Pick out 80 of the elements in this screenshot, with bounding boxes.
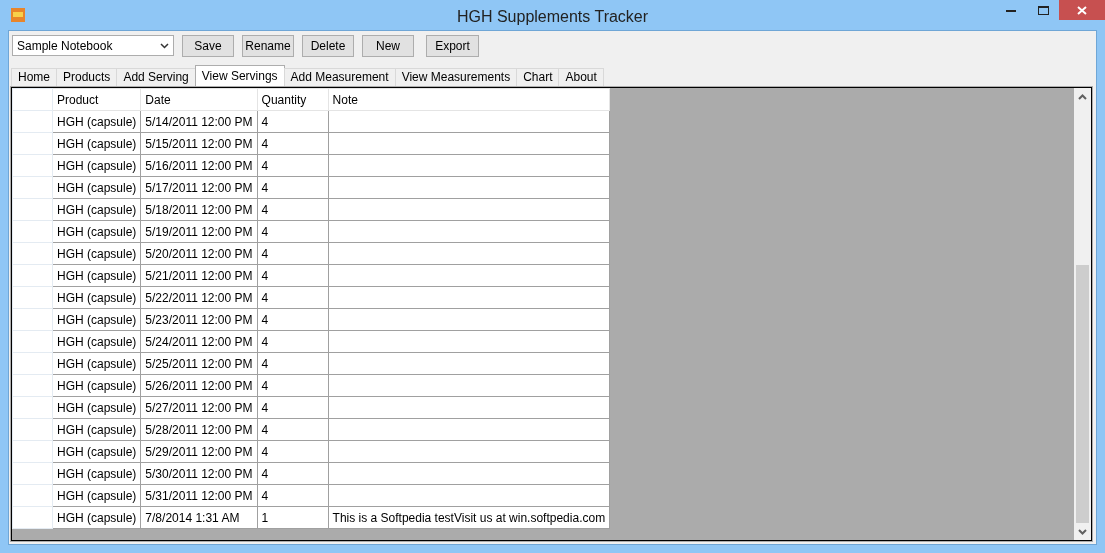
table-cell: HGH (capsule) (52, 330, 141, 353)
table-cell: HGH (capsule) (52, 110, 141, 133)
column-header[interactable]: Date (140, 88, 258, 111)
table-cell: HGH (capsule) (52, 242, 141, 265)
table-cell: 5/15/2011 12:00 PM (140, 132, 258, 155)
table-cell: 5/17/2011 12:00 PM (140, 176, 258, 199)
table-cell: HGH (capsule) (52, 484, 141, 507)
table-cell: HGH (capsule) (52, 176, 141, 199)
window-title: HGH Supplements Tracker (456, 7, 649, 27)
scrollbar[interactable] (1074, 88, 1091, 540)
scroll-up-icon (1078, 93, 1087, 100)
table-cell: 4 (257, 462, 329, 485)
toolbar-button[interactable]: Save (182, 35, 234, 57)
table-cell: 5/22/2011 12:00 PM (140, 286, 258, 309)
table-cell: HGH (capsule) (52, 352, 141, 375)
table-cell: 5/20/2011 12:00 PM (140, 242, 258, 265)
table-cell: 5/14/2011 12:00 PM (140, 110, 258, 133)
table-cell: HGH (capsule) (52, 396, 141, 419)
table-cell: HGH (capsule) (52, 374, 141, 397)
table-cell: HGH (capsule) (52, 506, 141, 529)
table-cell: HGH (capsule) (52, 440, 141, 463)
table-cell: 5/26/2011 12:00 PM (140, 374, 258, 397)
caret-icon (160, 42, 169, 49)
table-cell: 5/21/2011 12:00 PM (140, 264, 258, 287)
column-header[interactable]: Note (328, 88, 610, 111)
minimize-icon (1006, 8, 1016, 12)
table-cell: HGH (capsule) (52, 264, 141, 287)
table-cell: HGH (capsule) (52, 154, 141, 177)
table-cell: 5/30/2011 12:00 PM (140, 462, 258, 485)
table-cell: 5/31/2011 12:00 PM (140, 484, 258, 507)
table-cell: 5/25/2011 12:00 PM (140, 352, 258, 375)
table-cell: 4 (257, 374, 329, 397)
table-cell: This is a Softpedia testVisit us at win.softpedia.com (328, 506, 610, 529)
table-cell: 4 (257, 396, 329, 419)
table-cell: HGH (capsule) (52, 220, 141, 243)
table-cell: 5/24/2011 12:00 PM (140, 330, 258, 353)
table-cell: 5/23/2011 12:00 PM (140, 308, 258, 331)
table-cell: 4 (257, 418, 329, 441)
table-cell: 4 (257, 308, 329, 331)
table-cell: HGH (capsule) (52, 286, 141, 309)
table-cell: HGH (capsule) (52, 462, 141, 485)
table-cell: 1 (257, 506, 329, 529)
app-icon (11, 8, 25, 22)
table-cell: 4 (257, 330, 329, 353)
toolbar-button[interactable]: Delete (302, 35, 354, 57)
notebook-dropdown[interactable]: Sample Notebook (12, 35, 174, 56)
table-cell: 5/16/2011 12:00 PM (140, 154, 258, 177)
table-cell: 7/8/2014 1:31 AM (140, 506, 258, 529)
tab[interactable]: View Servings (194, 65, 285, 87)
table-cell: HGH (capsule) (52, 198, 141, 221)
scroll-thumb[interactable] (1076, 265, 1089, 523)
table-cell: 4 (257, 264, 329, 287)
maximize-icon (1037, 5, 1049, 15)
table-cell: 4 (257, 484, 329, 507)
table-cell: 5/29/2011 12:00 PM (140, 440, 258, 463)
table-cell: HGH (capsule) (52, 308, 141, 331)
table-cell: 4 (257, 220, 329, 243)
close-button[interactable] (1059, 0, 1105, 20)
table-cell: 4 (257, 198, 329, 221)
table-cell: 4 (257, 352, 329, 375)
table-cell: 4 (257, 132, 329, 155)
table-cell: 4 (257, 440, 329, 463)
table-cell: 4 (257, 110, 329, 133)
scroll-down-icon (1078, 528, 1087, 535)
table-cell: 4 (257, 176, 329, 199)
table-cell: 5/18/2011 12:00 PM (140, 198, 258, 221)
table-cell: 4 (257, 242, 329, 265)
table-cell: 4 (257, 154, 329, 177)
column-header[interactable]: Quantity (257, 88, 329, 111)
toolbar-button[interactable]: Export (426, 35, 479, 57)
table-cell: 4 (257, 286, 329, 309)
close-icon (1077, 5, 1087, 15)
table-cell: 5/28/2011 12:00 PM (140, 418, 258, 441)
table-cell: 5/27/2011 12:00 PM (140, 396, 258, 419)
table-cell: HGH (capsule) (52, 132, 141, 155)
toolbar-button[interactable]: Rename (242, 35, 294, 57)
table-cell: 5/19/2011 12:00 PM (140, 220, 258, 243)
table-cell: HGH (capsule) (52, 418, 141, 441)
column-header[interactable]: Product (52, 88, 141, 111)
toolbar-button[interactable]: New (362, 35, 414, 57)
